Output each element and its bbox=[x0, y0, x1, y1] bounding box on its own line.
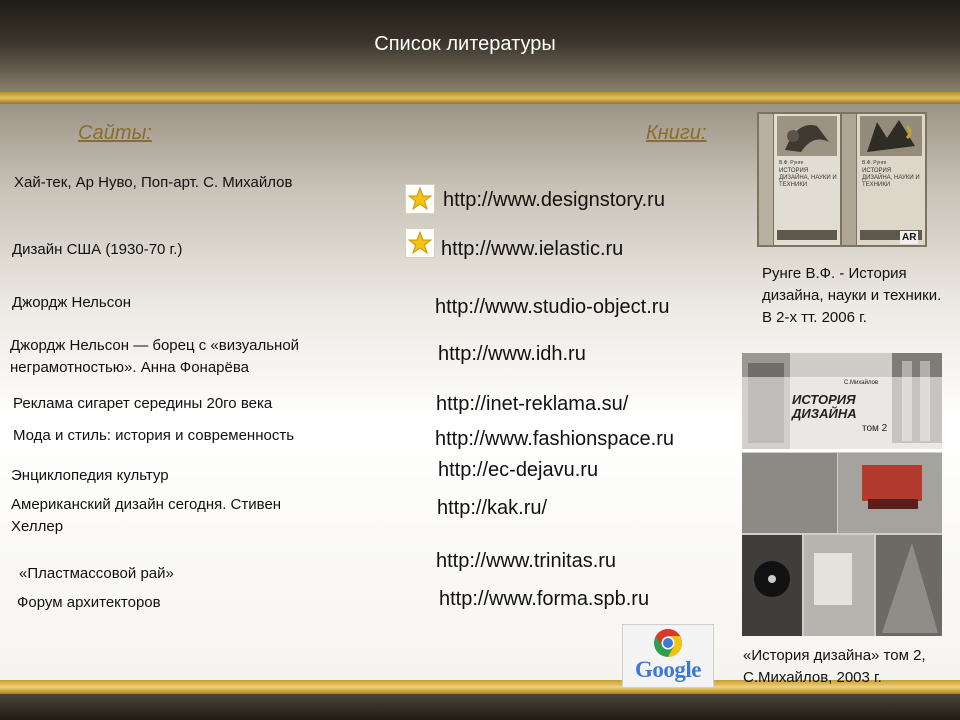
site-description: Мода и стиль: история и современность bbox=[13, 427, 295, 444]
google-logo[interactable]: Google bbox=[622, 624, 714, 688]
site-link[interactable]: http://kak.ru/ bbox=[437, 497, 547, 520]
book-author: В.Ф. Рунге bbox=[862, 160, 887, 166]
slide-header: Список литературы bbox=[0, 0, 960, 92]
site-link[interactable]: http://www.forma.spb.ru bbox=[439, 588, 649, 611]
site-description: «Пластмассовой рай» bbox=[19, 565, 174, 582]
site-link[interactable]: http://inet-reklama.su/ bbox=[436, 393, 628, 416]
book-cover-mikhailov: С.Михайлов ИСТОРИЯ ДИЗАЙНА том 2 bbox=[742, 353, 942, 636]
slide-footer bbox=[0, 694, 960, 720]
book-title: ИСТОРИЯ ДИЗАЙНА, НАУКИ И ТЕХНИКИ bbox=[862, 168, 920, 188]
site-link[interactable]: http://www.trinitas.ru bbox=[436, 550, 616, 573]
star-icon bbox=[408, 187, 432, 211]
site-description: Форум архитекторов bbox=[17, 594, 161, 611]
book-author: С.Михайлов bbox=[844, 380, 879, 386]
book-cover-runge: В.Ф. Рунге ИСТОРИЯ ДИЗАЙНА, НАУКИ И ТЕХН… bbox=[757, 112, 927, 247]
top-gold-band bbox=[0, 92, 960, 104]
book-author: В.Ф. Рунге bbox=[779, 160, 804, 166]
chrome-icon bbox=[654, 629, 682, 657]
books-heading: Книги: bbox=[646, 122, 707, 144]
site-description: Хай-тек, Ар Нуво, Поп-арт. С. Михайлов bbox=[14, 174, 293, 191]
site-link[interactable]: http://www.studio-object.ru bbox=[435, 296, 670, 319]
site-link[interactable]: http://www.fashionspace.ru bbox=[435, 428, 674, 451]
site-description: Джордж Нельсон bbox=[12, 294, 132, 311]
link-marker bbox=[405, 228, 435, 258]
site-link[interactable]: http://www.ielastic.ru bbox=[441, 238, 623, 261]
site-description: Реклама сигарет середины 20го века bbox=[13, 395, 273, 412]
book-volume: том 2 bbox=[862, 423, 888, 434]
logo-text: Google bbox=[635, 657, 702, 682]
publisher-mark: AR bbox=[900, 231, 919, 244]
link-marker bbox=[405, 184, 435, 214]
site-description: Джордж Нельсон — борец с «визуальной нег… bbox=[10, 337, 300, 376]
site-link[interactable]: http://www.idh.ru bbox=[438, 343, 586, 366]
book-caption: Рунге В.Ф. - История дизайна, науки и те… bbox=[762, 265, 942, 326]
site-link[interactable]: http://ec-dejavu.ru bbox=[438, 459, 598, 482]
star-icon bbox=[408, 231, 432, 255]
book-caption: «История дизайна» том 2, С.Михайлов, 200… bbox=[743, 647, 926, 686]
site-link[interactable]: http://www.designstory.ru bbox=[443, 189, 665, 212]
book-title: ИСТОРИЯ ДИЗАЙНА, НАУКИ И ТЕХНИКИ bbox=[779, 168, 837, 188]
site-description: Американский дизайн сегодня. Стивен Хелл… bbox=[11, 496, 282, 535]
page-title: Список литературы bbox=[374, 33, 556, 55]
book-title: ИСТОРИЯ ДИЗАЙНА bbox=[792, 392, 857, 421]
site-description: Энциклопедия культур bbox=[11, 467, 169, 484]
site-description: Дизайн США (1930-70 г.) bbox=[12, 241, 183, 258]
sites-heading: Сайты: bbox=[78, 122, 152, 144]
